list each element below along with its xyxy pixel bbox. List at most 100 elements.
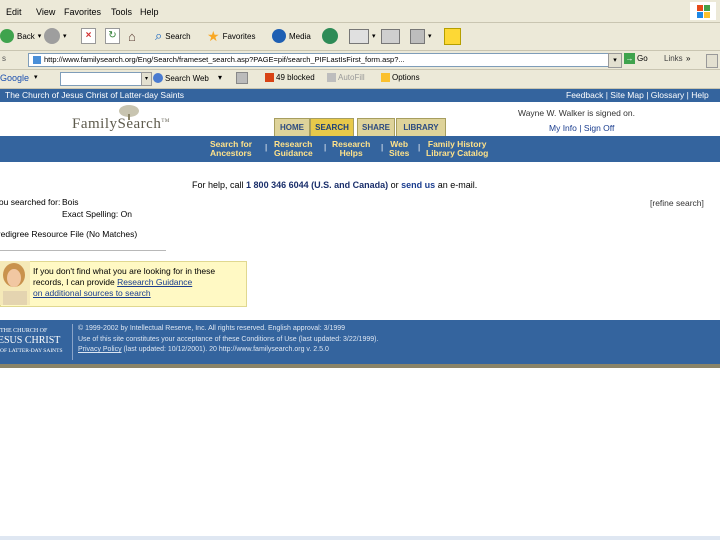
links-chevron-icon[interactable]: » (686, 54, 690, 63)
edit-button[interactable]: ▾ (410, 28, 432, 44)
toolbar: Back ▾ ▾ × ↻ ⌂ ⌕ Search ★ Favorites Medi… (0, 23, 720, 51)
result-divider (0, 250, 166, 251)
note-button[interactable] (444, 27, 461, 45)
nav-search-ancestors[interactable]: Search for Ancestors (210, 140, 252, 158)
go-button[interactable]: → Go (624, 53, 648, 64)
autofill-button[interactable]: AutoFill (327, 73, 365, 82)
back-button[interactable]: Back ▾ (0, 28, 41, 44)
nav-family-history-library-catalog[interactable]: Family History Library Catalog (426, 140, 488, 158)
searched-name: Bois (62, 197, 79, 207)
address-label-icon: s (2, 54, 6, 63)
nav-separator: | (418, 142, 421, 152)
page-icon (33, 56, 41, 65)
tab-home[interactable]: HOME (274, 118, 310, 137)
chevron-down-icon[interactable]: ▾ (218, 73, 222, 82)
popup-blocker-button[interactable]: 49 blocked (265, 73, 315, 82)
menu-bar: Edit View Favorites Tools Help (0, 0, 720, 23)
site-map-link[interactable]: Site Map (610, 90, 644, 100)
mail-button[interactable]: ▾ (349, 28, 376, 44)
chevron-down-icon[interactable]: ▾ (141, 72, 152, 86)
print-button[interactable] (381, 28, 400, 44)
glossary-link[interactable]: Glossary (651, 90, 685, 100)
church-banner: The Church of Jesus Christ of Latter-day… (0, 89, 720, 102)
send-us-link[interactable]: send us (401, 180, 435, 190)
main-content: For help, call 1 800 346 6044 (U.S. and … (0, 162, 720, 320)
my-info-link[interactable]: My Info (549, 123, 577, 133)
note-icon (444, 27, 461, 45)
search-subnav: Search for Ancestors | Research Guidance |… (0, 136, 720, 162)
menu-favorites[interactable]: Favorites (64, 7, 101, 17)
searched-for-label: You searched for: (0, 197, 61, 207)
forward-button[interactable]: ▾ (44, 28, 67, 44)
address-bar: s http://www.familysearch.org/Eng/Search… (0, 51, 720, 70)
home-button[interactable]: ⌂ (128, 28, 143, 44)
autofill-icon (327, 73, 336, 82)
history-icon (322, 28, 338, 44)
links-button[interactable]: Links (664, 54, 683, 63)
footer-text: © 1999-2002 by Intellectual Reserve, Inc… (78, 325, 379, 353)
sign-off-link[interactable]: Sign Off (584, 123, 615, 133)
guide-portrait-icon (0, 261, 30, 305)
nav-research-guidance[interactable]: Research Guidance (274, 140, 313, 158)
account-links: My Info | Sign Off (549, 123, 615, 133)
refine-search-link[interactable]: [refine search] (650, 198, 704, 208)
stop-button[interactable]: × (81, 28, 96, 44)
help-link[interactable]: Help (691, 90, 708, 100)
google-toolbar: Google ▾ ▾ Search Web ▾ 49 blocked AutoF… (0, 70, 720, 89)
google-search-input[interactable] (60, 72, 142, 86)
favorites-button[interactable]: ★ Favorites (207, 28, 255, 44)
privacy-policy-link[interactable]: Privacy Policy (78, 346, 122, 353)
scroll-up-icon[interactable] (706, 54, 718, 68)
address-dropdown-icon[interactable]: ▾ (608, 53, 622, 68)
tab-search[interactable]: SEARCH (310, 118, 354, 137)
guidance-text: If you don't find what you are looking f… (33, 266, 216, 298)
address-input[interactable]: http://www.familysearch.org/Eng/Search/f… (28, 53, 616, 67)
chevron-down-icon[interactable]: ▾ (372, 32, 376, 40)
tab-library[interactable]: LIBRARY (396, 118, 446, 137)
chevron-down-icon[interactable]: ▾ (63, 32, 67, 40)
back-arrow-icon (0, 29, 14, 43)
status-strip (0, 536, 720, 540)
signed-on-text: Wayne W. Walker is signed on. (518, 108, 635, 118)
help-line: For help, call 1 800 346 6044 (U.S. and … (192, 180, 478, 190)
nav-separator: | (381, 142, 384, 152)
search-web-button[interactable]: Search Web (153, 73, 209, 83)
windows-flag-icon (690, 2, 716, 20)
site-header: FamilySearchTM HOME SEARCH SHARE LIBRARY… (0, 102, 720, 137)
news-icon[interactable] (236, 72, 248, 84)
go-arrow-icon: → (624, 53, 635, 64)
search-web-icon (153, 73, 163, 83)
research-guidance-link[interactable]: Research Guidance (117, 277, 192, 287)
menu-view[interactable]: View (36, 7, 55, 17)
tab-share[interactable]: SHARE (357, 118, 395, 137)
chevron-down-icon[interactable]: ▾ (38, 32, 42, 40)
google-logo[interactable]: Google (0, 73, 29, 83)
search-button[interactable]: ⌕ Search (155, 28, 191, 44)
menu-edit[interactable]: Edit (6, 7, 22, 17)
history-button[interactable] (322, 28, 338, 44)
options-icon (381, 73, 390, 82)
feedback-link[interactable]: Feedback (566, 90, 603, 100)
tree-logo-icon (119, 105, 139, 120)
star-icon: ★ (207, 27, 220, 44)
mail-icon (349, 28, 369, 44)
result-pedigree-resource-file: Pedigree Resource File (No Matches) (0, 229, 138, 239)
additional-sources-link[interactable]: on additional sources to search (33, 288, 151, 298)
nav-research-helps[interactable]: Research Helps (332, 140, 370, 158)
search-icon: ⌕ (155, 28, 163, 43)
chevron-down-icon[interactable]: ▾ (428, 32, 432, 40)
home-icon: ⌂ (128, 28, 136, 44)
forward-arrow-icon (44, 28, 60, 44)
options-button[interactable]: Options (381, 73, 420, 82)
nav-web-sites[interactable]: Web Sites (389, 140, 409, 158)
exact-spelling: Exact Spelling: On (62, 209, 132, 219)
media-button[interactable]: Media (272, 28, 311, 44)
refresh-button[interactable]: ↻ (105, 28, 120, 44)
church-links: Feedback | Site Map | Glossary | Help (566, 90, 709, 100)
menu-tools[interactable]: Tools (111, 7, 132, 17)
nav-separator: | (265, 142, 268, 152)
footer-divider (72, 324, 73, 360)
chevron-down-icon[interactable]: ▾ (34, 73, 38, 81)
page-footer: THE CHURCH OF JESUS CHRIST OF LATTER-DAY… (0, 320, 720, 364)
menu-help[interactable]: Help (140, 7, 159, 17)
